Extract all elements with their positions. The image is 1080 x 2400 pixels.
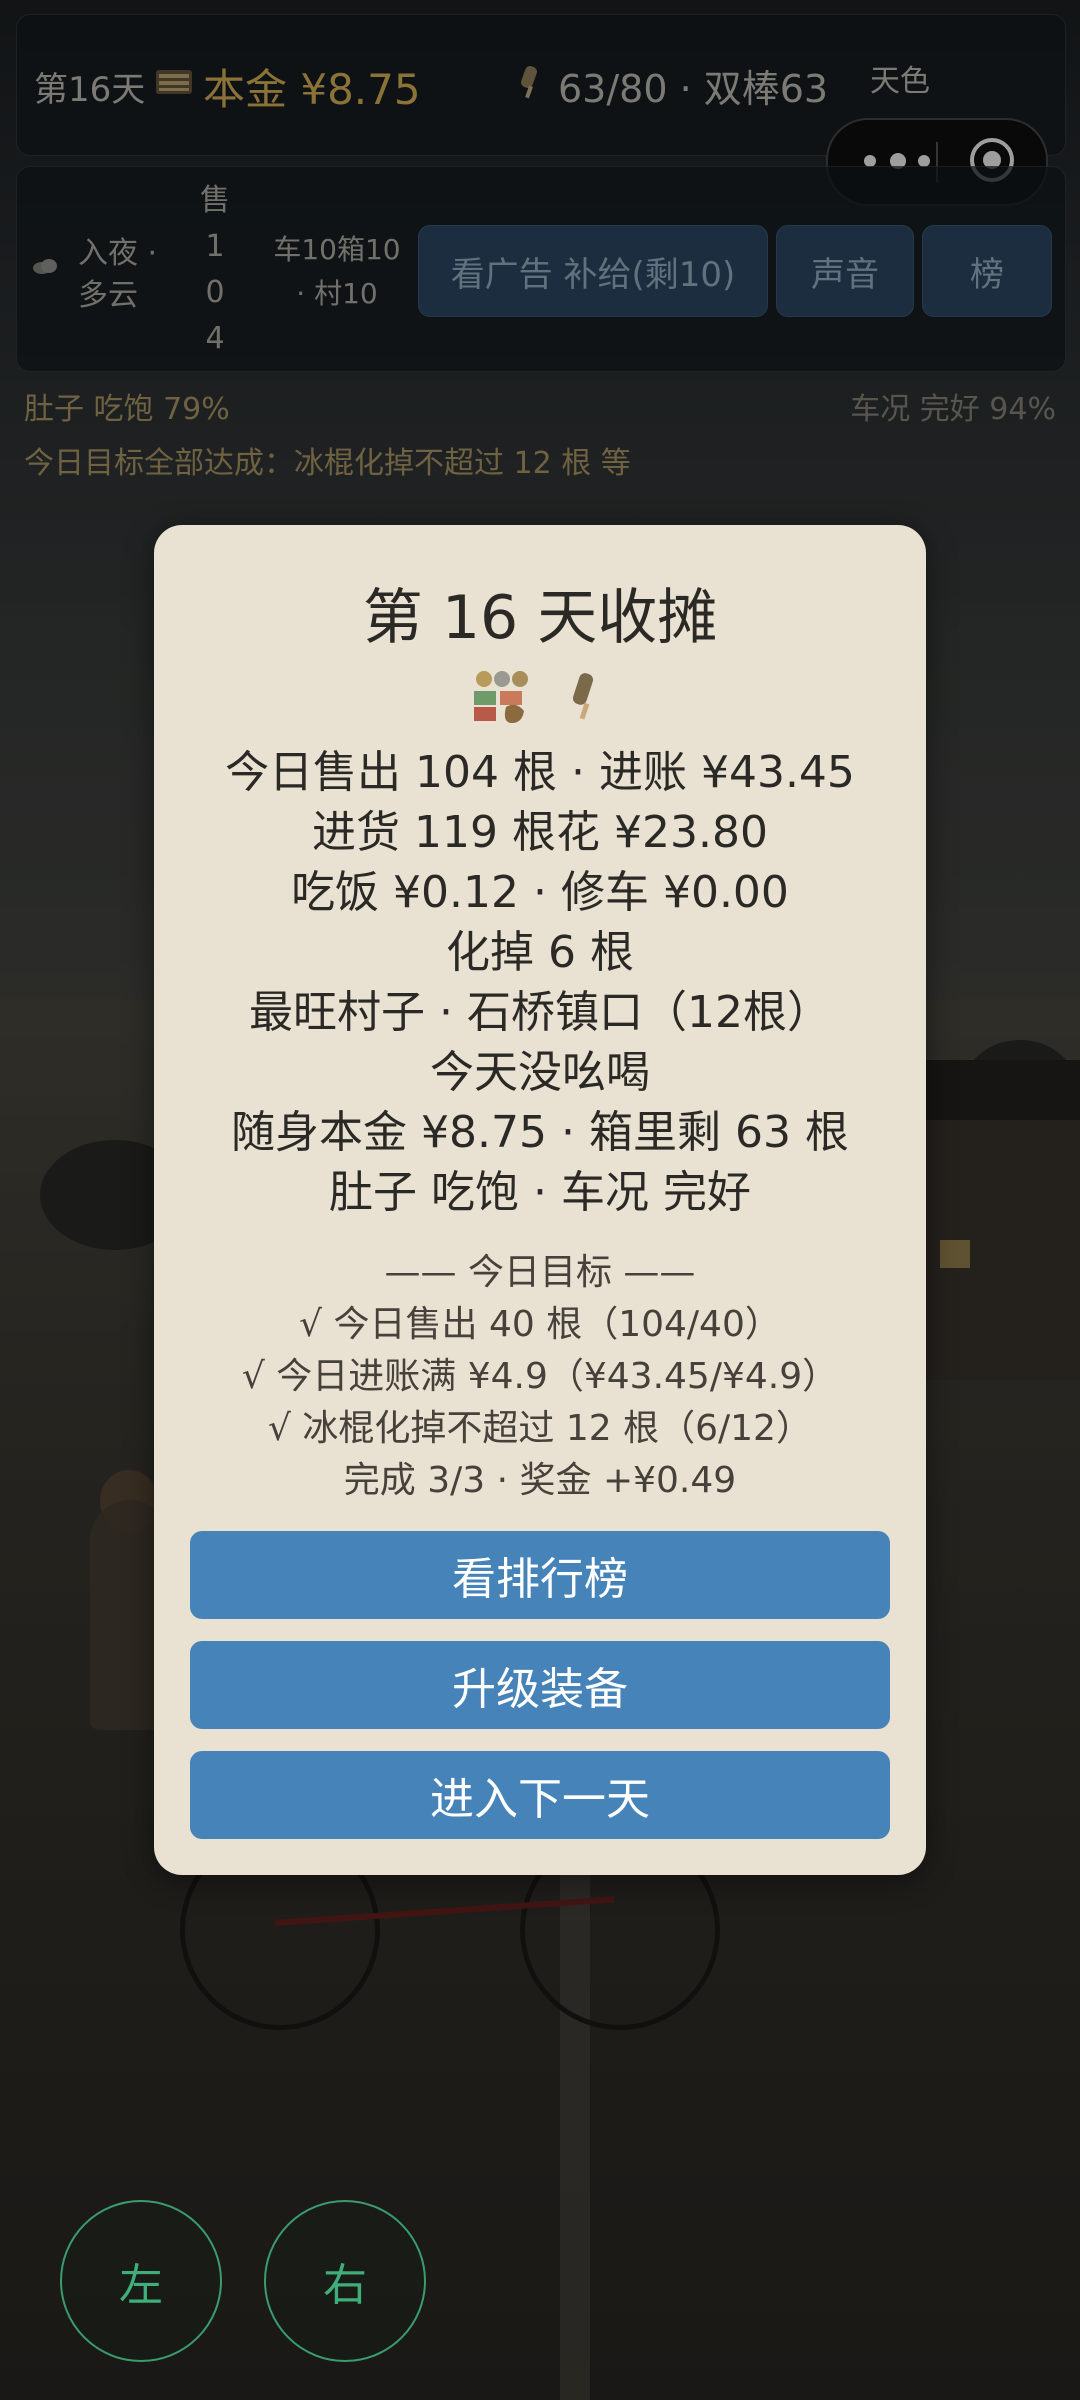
leaderboard-button[interactable]: 看排行榜 <box>190 1531 890 1619</box>
goal-summary: 完成 3/3 · 奖金 +¥0.49 <box>343 1460 737 1501</box>
summary-lines: 今日售出 104 根 · 进账 ¥43.45 进货 119 根花 ¥23.80 … <box>154 743 926 1223</box>
move-right-button[interactable]: 右 <box>264 2200 426 2362</box>
next-day-button[interactable]: 进入下一天 <box>190 1751 890 1839</box>
summary-line: 进货 119 根花 ¥23.80 <box>312 807 768 858</box>
goal-item: √ 冰棍化掉不超过 12 根（6/12） <box>268 1408 812 1449</box>
summary-line: 吃饭 ¥0.12 · 修车 ¥0.00 <box>291 867 789 918</box>
daily-goals: —— 今日目标 —— √ 今日售出 40 根（104/40） √ 今日进账满 ¥… <box>154 1247 926 1507</box>
modal-title: 第 16 天收摊 <box>362 583 718 653</box>
money-and-popsicle-icon <box>474 671 594 723</box>
summary-line: 今天没吆喝 <box>430 1047 650 1098</box>
goals-header: —— 今日目标 —— <box>384 1252 696 1293</box>
summary-line: 肚子 吃饱 · 车况 完好 <box>329 1167 751 1218</box>
goal-item: √ 今日售出 40 根（104/40） <box>299 1304 781 1345</box>
day-summary-modal: 第 16 天收摊 今日售出 104 根 · 进账 ¥43.45 进货 119 根… <box>154 525 926 1875</box>
summary-line: 今日售出 104 根 · 进账 ¥43.45 <box>225 747 855 798</box>
summary-line: 最旺村子 · 石桥镇口（12根） <box>249 987 831 1038</box>
upgrade-equipment-button[interactable]: 升级装备 <box>190 1641 890 1729</box>
summary-line: 化掉 6 根 <box>446 927 634 978</box>
goal-item: √ 今日进账满 ¥4.9（¥43.45/¥4.9） <box>241 1356 839 1397</box>
summary-line: 随身本金 ¥8.75 · 箱里剩 63 根 <box>231 1107 849 1158</box>
move-left-button[interactable]: 左 <box>60 2200 222 2362</box>
